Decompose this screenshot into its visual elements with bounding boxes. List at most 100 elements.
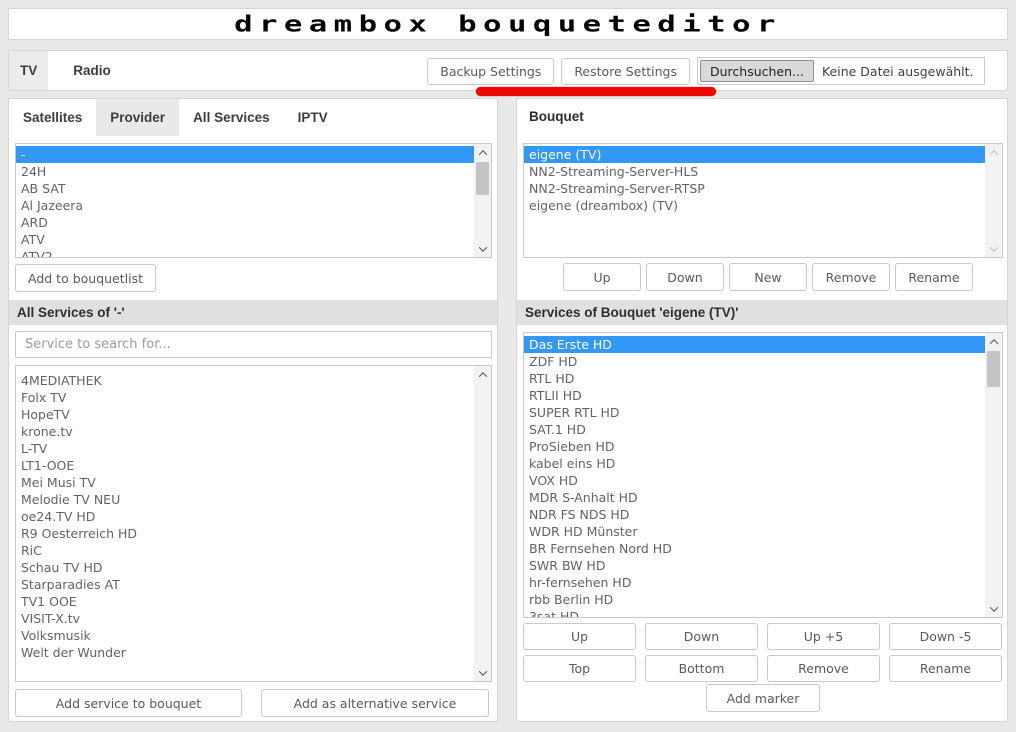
tab-tv[interactable]: TV — [9, 51, 48, 90]
service-item-welt-der-wunder[interactable]: Welt der Wunder — [16, 644, 474, 661]
scroll-up-icon[interactable] — [474, 144, 491, 161]
provider-item-atv[interactable]: ATV — [16, 231, 474, 248]
service-item-volksmusik[interactable]: Volksmusik — [16, 627, 474, 644]
bouquet-service-item-vox-hd[interactable]: VOX HD — [524, 472, 985, 489]
bouquet-service-item-mdr-s-anhalt-hd[interactable]: MDR S-Anhalt HD — [524, 489, 985, 506]
service-button-down-5[interactable]: Down -5 — [889, 623, 1002, 650]
bouquet-button-up[interactable]: Up — [563, 263, 641, 291]
bouquet-button-new[interactable]: New — [729, 263, 807, 291]
service-button-bottom[interactable]: Bottom — [645, 655, 758, 682]
add-service-to-bouquet-button[interactable]: Add service to bouquet — [15, 689, 242, 717]
service-button-down[interactable]: Down — [645, 623, 758, 650]
tab-satellites[interactable]: Satellites — [9, 99, 96, 136]
service-button-up[interactable]: Up — [523, 623, 636, 650]
bouquet-item-nn2-streaming-server-hls[interactable]: NN2-Streaming-Server-HLS — [524, 163, 985, 180]
service-button-remove[interactable]: Remove — [767, 655, 880, 682]
bouquet-scrollbar[interactable] — [985, 144, 1002, 257]
add-as-alternative-service-button[interactable]: Add as alternative service — [261, 689, 489, 717]
bouquet-service-item-3sat-hd[interactable]: 3sat HD — [524, 608, 985, 618]
provider-item-al-jazeera[interactable]: Al Jazeera — [16, 197, 474, 214]
scroll-up-icon[interactable] — [985, 333, 1002, 350]
browse-file-button[interactable]: Durchsuchen... — [700, 60, 814, 82]
backup-settings-button[interactable]: Backup Settings — [427, 58, 554, 85]
service-button-up-5[interactable]: Up +5 — [767, 623, 880, 650]
provider-list: -24HAB SATAl JazeeraARDATVATV2 — [16, 146, 474, 258]
service-item-hopetv[interactable]: HopeTV — [16, 406, 474, 423]
chevron-up-icon — [478, 372, 486, 380]
service-item-folx-tv[interactable]: Folx TV — [16, 389, 474, 406]
bouquet-button-remove[interactable]: Remove — [812, 263, 890, 291]
bouquet-service-item-zdf-hd[interactable]: ZDF HD — [524, 353, 985, 370]
bouquet-service-item-super-rtl-hd[interactable]: SUPER RTL HD — [524, 404, 985, 421]
scroll-down-icon[interactable] — [985, 240, 1002, 257]
tab-radio[interactable]: Radio — [62, 51, 122, 90]
bouquet-service-item-rbb-berlin-hd[interactable]: rbb Berlin HD — [524, 591, 985, 608]
bouquet-service-item-das-erste-hd[interactable]: Das Erste HD — [524, 336, 985, 353]
service-item-l-tv[interactable]: L-TV — [16, 440, 474, 457]
provider-item-24h[interactable]: 24H — [16, 163, 474, 180]
provider-item-ab-sat[interactable]: AB SAT — [16, 180, 474, 197]
bouquet-service-item-rtl-hd[interactable]: RTL HD — [524, 370, 985, 387]
service-item-krone-tv[interactable]: krone.tv — [16, 423, 474, 440]
bouquet-item-eigene-tv[interactable]: eigene (TV) — [524, 146, 985, 163]
bouquet-service-item-rtlii-hd[interactable]: RTLII HD — [524, 387, 985, 404]
restore-settings-button[interactable]: Restore Settings — [561, 58, 690, 85]
bouquet-item-nn2-streaming-server-rtsp[interactable]: NN2-Streaming-Server-RTSP — [524, 180, 985, 197]
tab-iptv[interactable]: IPTV — [284, 99, 342, 136]
bouquet-service-item-prosieben-hd[interactable]: ProSieben HD — [524, 438, 985, 455]
tab-all-services[interactable]: All Services — [179, 99, 284, 136]
service-item-r9-oesterreich-hd[interactable]: R9 Oesterreich HD — [16, 525, 474, 542]
bouquet-button-down[interactable]: Down — [646, 263, 724, 291]
chevron-down-icon — [989, 603, 997, 611]
service-item-ric[interactable]: RiC — [16, 542, 474, 559]
all-services-scrollbar[interactable] — [474, 366, 491, 681]
scrollbar-thumb[interactable] — [476, 162, 489, 195]
all-services-header: All Services of '-' — [9, 300, 497, 325]
file-input[interactable]: Durchsuchen... Keine Datei ausgewählt. — [697, 57, 985, 85]
all-services-listbox: 4MEDIATHEKFolx TVHopeTVkrone.tvL-TVLT1-O… — [15, 365, 492, 682]
service-item-melodie-tv-neu[interactable]: Melodie TV NEU — [16, 491, 474, 508]
all-services-list: 4MEDIATHEKFolx TVHopeTVkrone.tvL-TVLT1-O… — [16, 372, 474, 661]
chevron-up-icon — [989, 339, 997, 347]
bouquet-service-item-sat-1-hd[interactable]: SAT.1 HD — [524, 421, 985, 438]
bouquet-service-item-hr-fernsehen-hd[interactable]: hr-fernsehen HD — [524, 574, 985, 591]
service-button-top[interactable]: Top — [523, 655, 636, 682]
scrollbar-thumb[interactable] — [987, 351, 1000, 387]
service-button-rename[interactable]: Rename — [889, 655, 1002, 682]
provider-scrollbar[interactable] — [474, 144, 491, 257]
bouquet-service-item-kabel-eins-hd[interactable]: kabel eins HD — [524, 455, 985, 472]
scroll-up-icon[interactable] — [474, 366, 491, 383]
service-search-input[interactable] — [15, 331, 492, 358]
service-item-starparadies-at[interactable]: Starparadies AT — [16, 576, 474, 593]
bouquet-service-item-br-fernsehen-nord-hd[interactable]: BR Fernsehen Nord HD — [524, 540, 985, 557]
bouquet-item-eigene-dreambox-tv[interactable]: eigene (dreambox) (TV) — [524, 197, 985, 214]
bouquet-listbox: eigene (TV)NN2-Streaming-Server-HLSNN2-S… — [523, 143, 1003, 258]
add-to-bouquetlist-button[interactable]: Add to bouquetlist — [15, 264, 156, 292]
service-item-tv1-ooe[interactable]: TV1 OOE — [16, 593, 474, 610]
provider-item-[interactable]: - — [16, 146, 474, 163]
bouquet-button-rename[interactable]: Rename — [895, 263, 973, 291]
provider-item-ard[interactable]: ARD — [16, 214, 474, 231]
scroll-down-icon[interactable] — [474, 240, 491, 257]
service-item-4mediathek[interactable]: 4MEDIATHEK — [16, 372, 474, 389]
bouquet-service-item-swr-bw-hd[interactable]: SWR BW HD — [524, 557, 985, 574]
left-action-buttons: Add service to bouquet Add as alternativ… — [15, 689, 492, 717]
bouquet-service-item-ndr-fs-nds-hd[interactable]: NDR FS NDS HD — [524, 506, 985, 523]
main-toolbar: TV Radio Backup Settings Restore Setting… — [8, 50, 1008, 91]
tab-provider[interactable]: Provider — [96, 99, 179, 136]
service-item-lt1-ooe[interactable]: LT1-OOE — [16, 457, 474, 474]
scroll-down-icon[interactable] — [474, 664, 491, 681]
provider-item-atv2[interactable]: ATV2 — [16, 248, 474, 258]
bouquet-header: Bouquet — [529, 109, 584, 124]
service-item-visit-x-tv[interactable]: VISIT-X.tv — [16, 610, 474, 627]
bouquet-services-scrollbar[interactable] — [985, 333, 1002, 617]
scroll-up-icon[interactable] — [985, 144, 1002, 161]
chevron-up-icon — [478, 150, 486, 158]
scroll-down-icon[interactable] — [985, 600, 1002, 617]
red-highlight-annotation — [476, 87, 716, 96]
service-item-oe24-tv-hd[interactable]: oe24.TV HD — [16, 508, 474, 525]
service-item-mei-musi-tv[interactable]: Mei Musi TV — [16, 474, 474, 491]
bouquet-service-item-wdr-hd-m-nster[interactable]: WDR HD Münster — [524, 523, 985, 540]
add-marker-button[interactable]: Add marker — [706, 684, 820, 712]
service-item-schau-tv-hd[interactable]: Schau TV HD — [16, 559, 474, 576]
